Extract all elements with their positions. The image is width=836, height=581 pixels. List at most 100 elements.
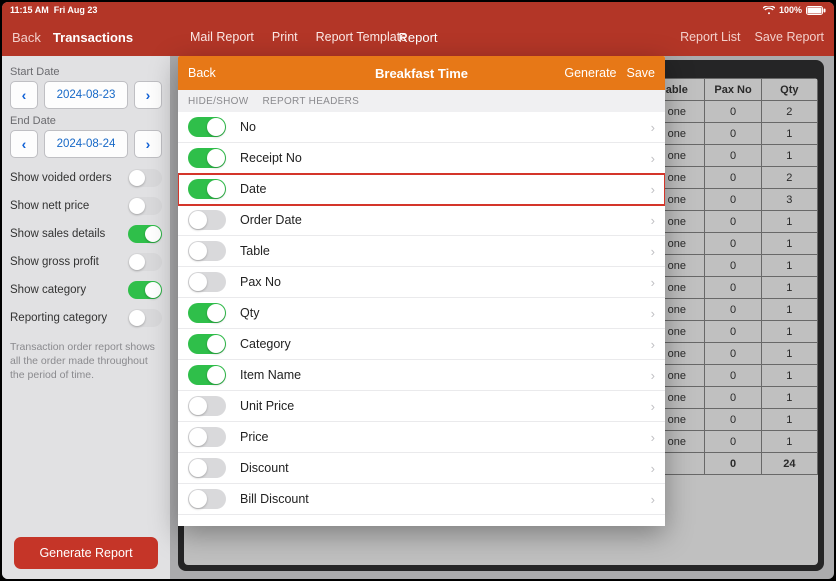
- modal-row-label: Table: [240, 244, 270, 258]
- start-date-button[interactable]: 2024-08-23: [44, 81, 128, 109]
- nav-center-title: Report: [398, 30, 437, 45]
- nav-mail-report[interactable]: Mail Report: [190, 30, 254, 44]
- modal-header: Back Breakfast Time Generate Save: [178, 56, 665, 90]
- chevron-right-icon: ›: [651, 120, 655, 135]
- battery-icon: [806, 6, 826, 15]
- modal-row[interactable]: Receipt No ›: [178, 143, 665, 174]
- end-date-next[interactable]: ›: [134, 130, 162, 158]
- chevron-right-icon: ›: [651, 430, 655, 445]
- sidebar-option-label: Show category: [10, 284, 86, 297]
- modal-row-toggle[interactable]: [188, 458, 226, 478]
- chevron-right-icon: ›: [651, 492, 655, 507]
- sidebar-option-label: Show gross profit: [10, 256, 99, 269]
- modal-sub-headers: REPORT HEADERS: [262, 96, 359, 107]
- sidebar-option-toggle[interactable]: [128, 281, 162, 299]
- modal-title: Breakfast Time: [375, 66, 468, 81]
- modal-row[interactable]: Category ›: [178, 329, 665, 360]
- chevron-right-icon: ›: [651, 461, 655, 476]
- modal-row[interactable]: Order Date›: [178, 205, 665, 236]
- end-date-button[interactable]: 2024-08-24: [44, 130, 128, 158]
- sidebar-option: Show category: [10, 276, 162, 304]
- modal-row-toggle[interactable]: [188, 303, 226, 323]
- modal-row-toggle[interactable]: [188, 489, 226, 509]
- modal-row-label: No: [240, 120, 256, 134]
- modal-row-label: Item Name: [240, 368, 301, 382]
- end-date-label: End Date: [10, 115, 162, 127]
- status-time: 11:15 AM Fri Aug 23: [10, 5, 97, 15]
- modal-row-label: Category: [240, 337, 291, 351]
- chevron-right-icon: ›: [651, 244, 655, 259]
- modal-row[interactable]: Table ›: [178, 236, 665, 267]
- modal-row-toggle[interactable]: [188, 210, 226, 230]
- battery-text: 100%: [779, 5, 802, 15]
- sidebar-option-toggle[interactable]: [128, 225, 162, 243]
- sidebar-option-toggle[interactable]: [128, 197, 162, 215]
- chevron-right-icon: ›: [651, 337, 655, 352]
- modal-row[interactable]: Unit Price ›: [178, 391, 665, 422]
- modal-row[interactable]: Pax No›: [178, 267, 665, 298]
- sidebar-option-toggle[interactable]: [128, 253, 162, 271]
- nav-report-template[interactable]: Report Template: [316, 30, 408, 44]
- generate-report-button[interactable]: Generate Report: [14, 537, 158, 569]
- sidebar-option: Show voided orders: [10, 164, 162, 192]
- modal-row-toggle[interactable]: [188, 427, 226, 447]
- modal-row-toggle[interactable]: [188, 396, 226, 416]
- modal-row-label: Order Date: [240, 213, 302, 227]
- modal-row-toggle[interactable]: [188, 241, 226, 261]
- nav-title: Transactions: [53, 30, 133, 45]
- modal-row-toggle[interactable]: [188, 179, 226, 199]
- sidebar-option-toggle[interactable]: [128, 309, 162, 327]
- sidebar-option-label: Show nett price: [10, 200, 89, 213]
- sidebar-option: Reporting category: [10, 304, 162, 332]
- start-date-label: Start Date: [10, 66, 162, 78]
- chevron-right-icon: ›: [651, 399, 655, 414]
- sidebar-option-label: Reporting category: [10, 312, 107, 325]
- start-date-prev[interactable]: ‹: [10, 81, 38, 109]
- modal-generate[interactable]: Generate: [564, 66, 616, 80]
- sidebar-option-label: Show voided orders: [10, 172, 112, 185]
- modal-sub-hide: HIDE/SHOW: [188, 96, 248, 107]
- modal-row-toggle[interactable]: [188, 272, 226, 292]
- sidebar-option-label: Show sales details: [10, 228, 105, 241]
- start-date-next[interactable]: ›: [134, 81, 162, 109]
- modal-row[interactable]: Bill Discount ›: [178, 484, 665, 515]
- modal-list[interactable]: No›Receipt No›Date›Order Date›Table›Pax …: [178, 112, 665, 526]
- nav-bar: Back Transactions Mail Report Print Repo…: [2, 18, 834, 56]
- modal-save[interactable]: Save: [627, 66, 656, 80]
- chevron-right-icon: ›: [651, 151, 655, 166]
- sidebar-option-toggle[interactable]: [128, 169, 162, 187]
- sidebar-option: Show nett price: [10, 192, 162, 220]
- sidebar-hint: Transaction order report shows all the o…: [10, 340, 162, 383]
- modal-row[interactable]: Discount›: [178, 453, 665, 484]
- modal-row-toggle[interactable]: [188, 334, 226, 354]
- status-bar: 11:15 AM Fri Aug 23 100%: [2, 2, 834, 18]
- nav-back[interactable]: Back: [12, 30, 41, 45]
- modal-row-label: Unit Price: [240, 399, 294, 413]
- chevron-right-icon: ›: [651, 182, 655, 197]
- nav-print[interactable]: Print: [272, 30, 298, 44]
- modal-row[interactable]: Qty ›: [178, 298, 665, 329]
- chevron-right-icon: ›: [651, 275, 655, 290]
- modal-back[interactable]: Back: [188, 66, 216, 80]
- modal-row-label: Receipt No: [240, 151, 302, 165]
- sidebar: Start Date ‹ 2024-08-23 › End Date ‹ 202…: [2, 56, 170, 579]
- modal-row[interactable]: Item Name ›: [178, 360, 665, 391]
- end-date-prev[interactable]: ‹: [10, 130, 38, 158]
- modal-row-label: Price: [240, 430, 268, 444]
- modal-row[interactable]: Price ›: [178, 422, 665, 453]
- nav-save-report[interactable]: Save Report: [755, 30, 824, 44]
- modal-row-label: Date: [240, 182, 266, 196]
- wifi-icon: [763, 6, 775, 15]
- modal-row[interactable]: Date ›: [178, 174, 665, 205]
- nav-report-list[interactable]: Report List: [680, 30, 740, 44]
- modal-subheader: HIDE/SHOW REPORT HEADERS: [178, 90, 665, 112]
- modal-row-toggle[interactable]: [188, 365, 226, 385]
- modal-row-toggle[interactable]: [188, 148, 226, 168]
- modal-row-toggle[interactable]: [188, 117, 226, 137]
- modal-row[interactable]: No ›: [178, 112, 665, 143]
- modal-row-label: Bill Discount: [240, 492, 309, 506]
- sidebar-option: Show gross profit: [10, 248, 162, 276]
- chevron-right-icon: ›: [651, 368, 655, 383]
- modal-row-label: Qty: [240, 306, 259, 320]
- chevron-right-icon: ›: [651, 306, 655, 321]
